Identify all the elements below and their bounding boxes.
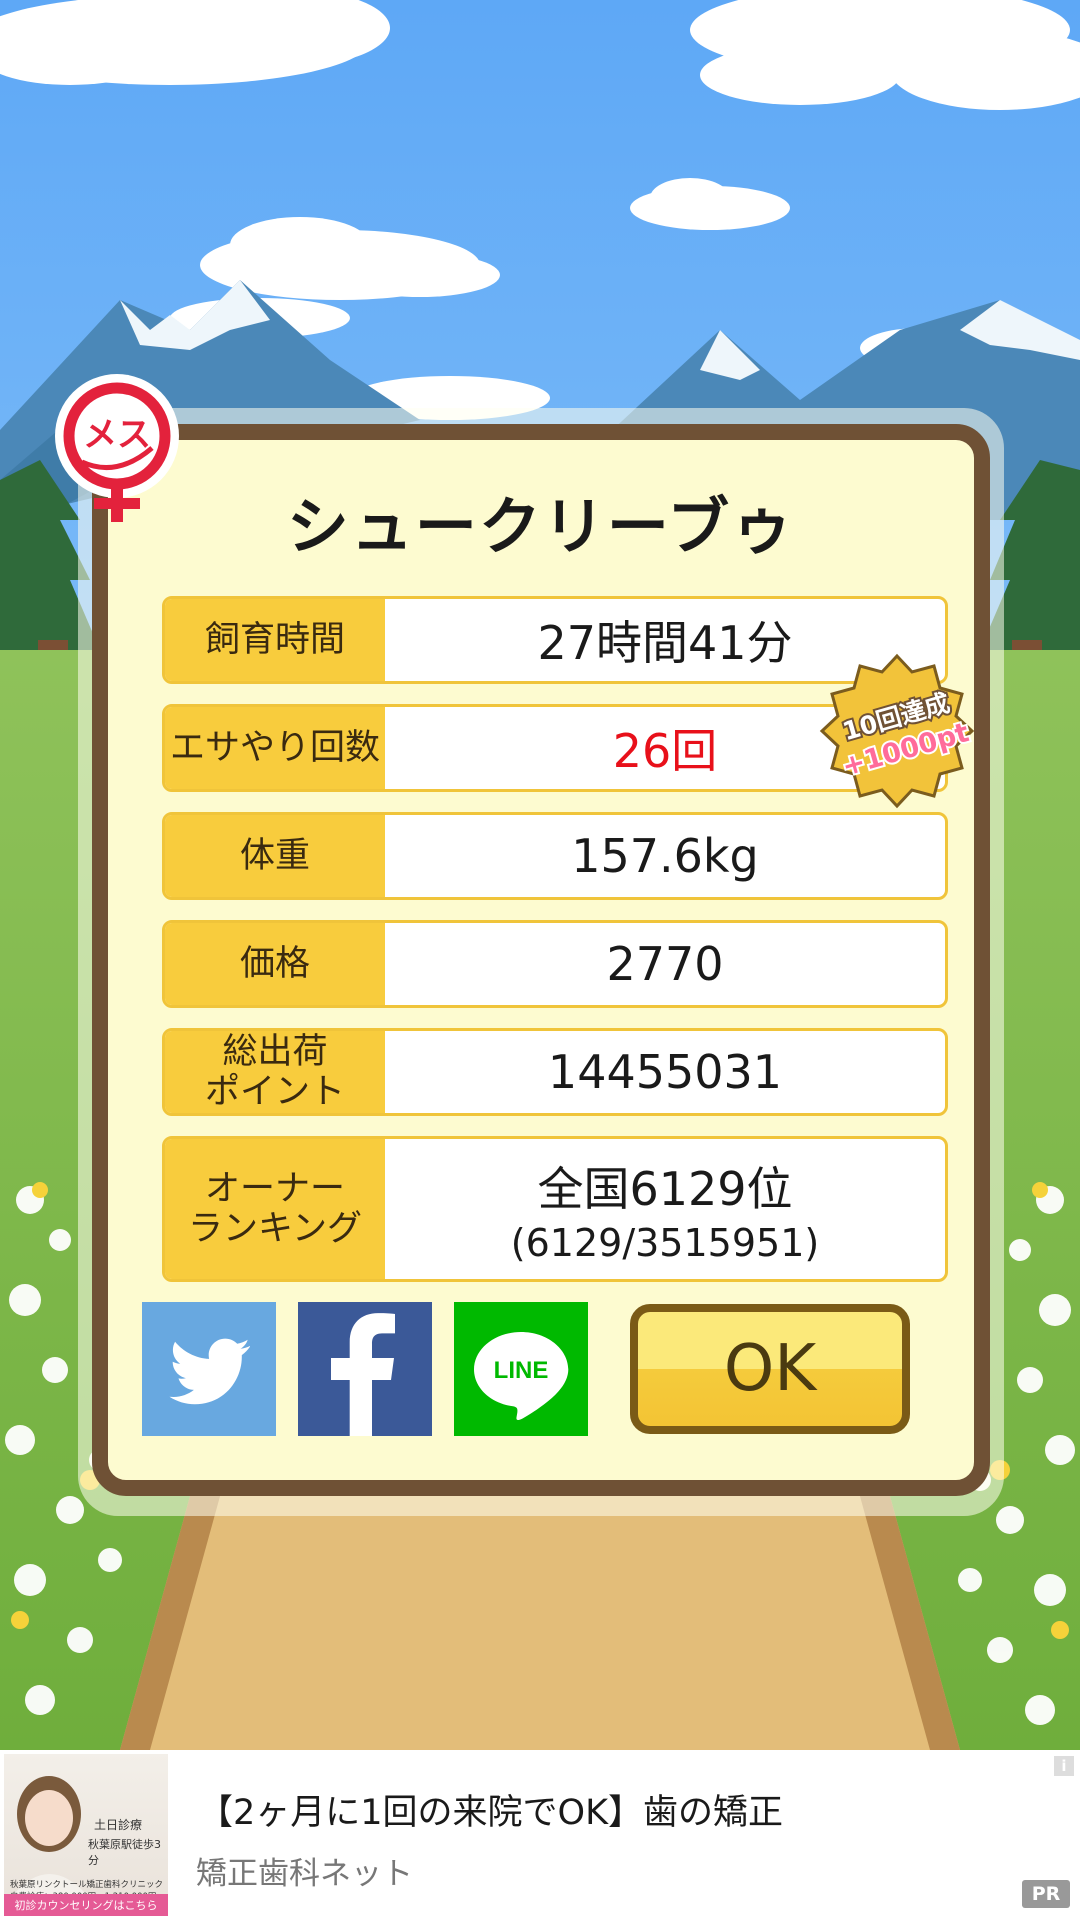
- sex-label: メス: [83, 415, 151, 455]
- stat-value: 14455031: [547, 1045, 783, 1099]
- ad-thumb-text: 土日診療: [94, 1818, 143, 1832]
- achievement-badge: 10回達成 +1000pt: [819, 653, 974, 809]
- stat-row-weight: 体重 157.6kg: [162, 812, 948, 900]
- ad-thumbnail[interactable]: 土日診療 秋葉原駅徒歩3分 秋葉原リンクトール矯正歯科クリニック 自費診療：38…: [4, 1754, 168, 1916]
- ad-banner[interactable]: 土日診療 秋葉原駅徒歩3分 秋葉原リンクトール矯正歯科クリニック 自費診療：38…: [0, 1750, 1080, 1920]
- stat-row-price: 価格 2770: [162, 920, 948, 1008]
- ranking-value: 全国6129位: [537, 1162, 793, 1216]
- ok-button[interactable]: OK: [630, 1304, 910, 1434]
- stat-label: 総出荷 ポイント: [165, 1031, 385, 1113]
- ad-thumb-text: 秋葉原駅徒歩3分: [88, 1838, 161, 1867]
- twitter-bird-icon: [169, 1338, 250, 1405]
- stat-value: 157.6kg: [571, 829, 759, 883]
- ad-info-icon[interactable]: i: [1054, 1756, 1074, 1776]
- stat-value: 全国6129位 (6129/3515951): [385, 1139, 945, 1279]
- female-sex-badge: メス: [55, 374, 179, 522]
- ranking-detail: (6129/3515951): [510, 1221, 820, 1265]
- ad-thumb-text: 秋葉原リンクトール矯正歯科クリニック: [10, 1880, 164, 1890]
- ad-sponsor: 矯正歯科ネット: [196, 1856, 413, 1892]
- stat-row-shipping-points: 総出荷 ポイント 14455031: [162, 1028, 948, 1116]
- line-label: LINE: [494, 1357, 549, 1384]
- stat-label: オーナー ランキング: [165, 1139, 385, 1279]
- ad-pr-badge: PR: [1022, 1880, 1070, 1908]
- line-chat-icon: LINE: [474, 1332, 569, 1421]
- ad-thumb-cta: 初診カウンセリングはこちら: [4, 1894, 168, 1916]
- twitter-share-button[interactable]: [142, 1302, 276, 1436]
- stat-row-owner-ranking: オーナー ランキング 全国6129位 (6129/3515951): [162, 1136, 948, 1282]
- stat-label: 飼育時間: [165, 599, 385, 681]
- ad-title[interactable]: 【2ヶ月に1回の来院でOK】歯の矯正: [198, 1784, 783, 1835]
- pet-name: シュークリーブゥ: [286, 490, 796, 563]
- facebook-f-icon: [331, 1313, 395, 1436]
- stat-label: エサやり回数: [165, 707, 385, 789]
- line-share-button[interactable]: LINE: [454, 1302, 588, 1436]
- stat-label: 体重: [165, 815, 385, 897]
- stat-label: 価格: [165, 923, 385, 1005]
- stat-value: 2770: [606, 937, 724, 991]
- pet-status-dialog: シュークリーブゥ 飼育時間 27時間41分 エサやり回数 26回 体重 157.…: [92, 424, 990, 1496]
- facebook-share-button[interactable]: [298, 1302, 432, 1436]
